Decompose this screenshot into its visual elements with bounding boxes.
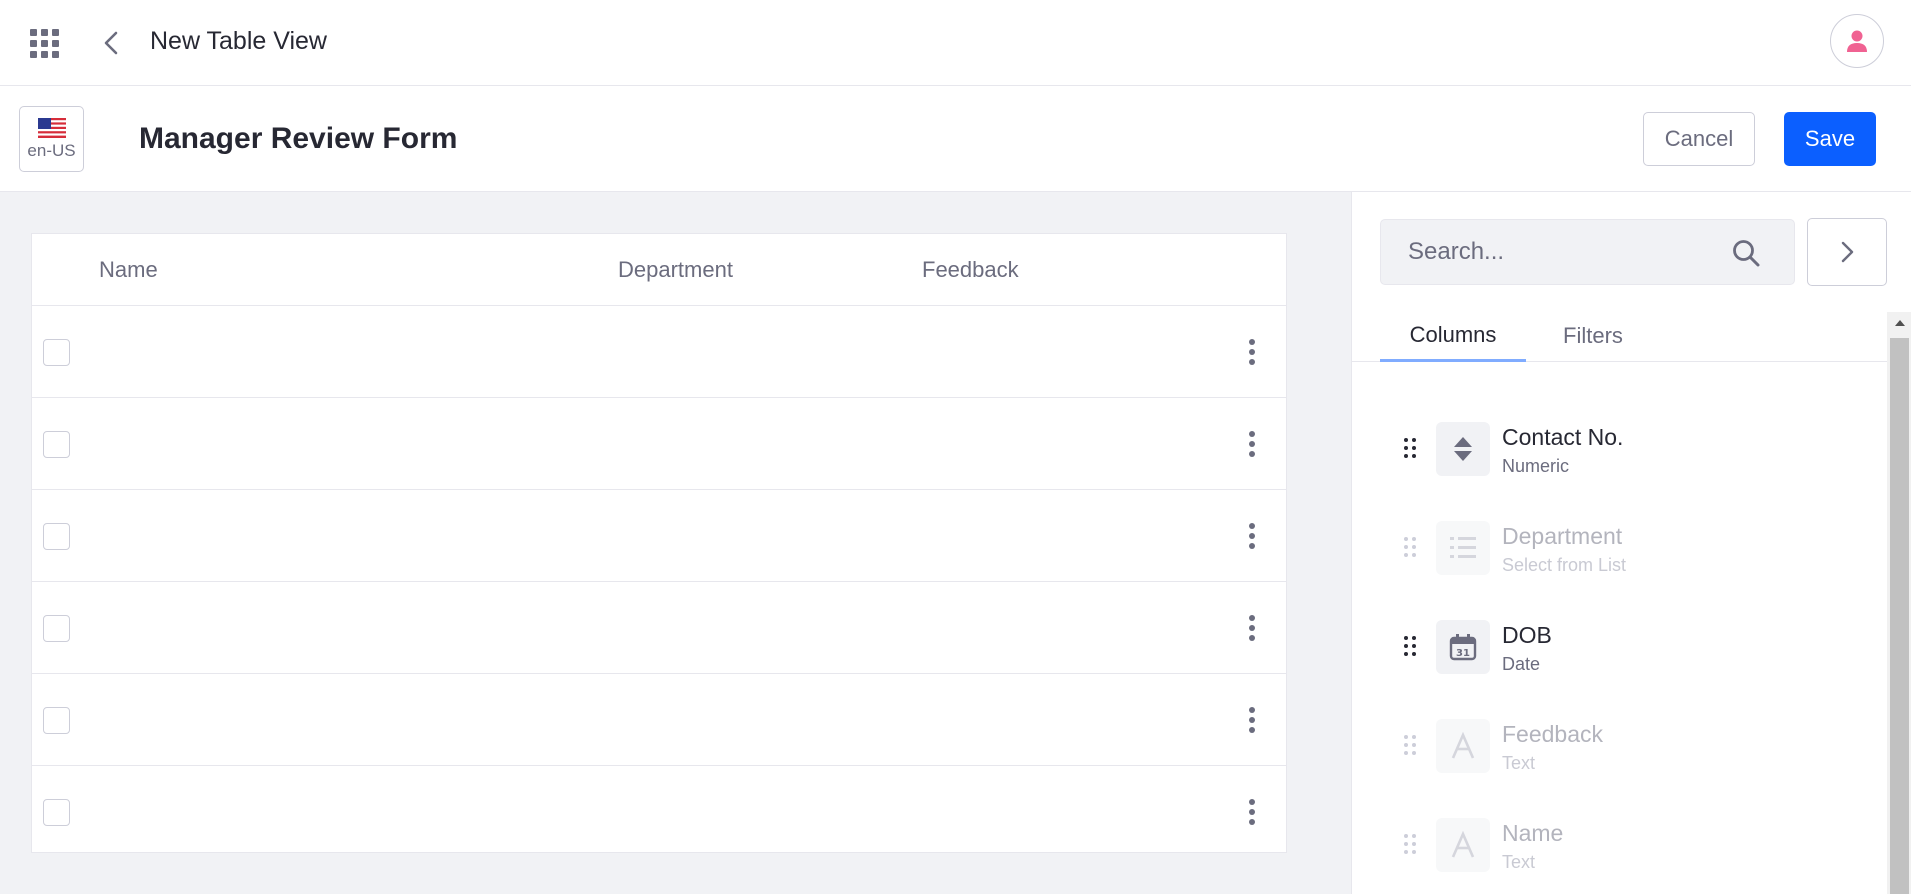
scroll-up-arrow-icon[interactable] [1887, 312, 1911, 334]
drag-handle-icon[interactable] [1404, 834, 1416, 854]
table-header: Name Department Feedback [32, 234, 1286, 306]
field-item-dob[interactable]: 31 DOB Date [1352, 602, 1889, 701]
row-actions-kebab-icon[interactable] [1242, 704, 1262, 736]
locale-selector-button[interactable]: en-US [19, 106, 84, 172]
save-button[interactable]: Save [1784, 112, 1876, 166]
collapse-sidebar-button[interactable] [1807, 218, 1887, 286]
numeric-stepper-icon [1436, 422, 1490, 476]
row-checkbox[interactable] [43, 615, 70, 642]
field-label: Feedback [1502, 721, 1604, 747]
chevron-left-icon[interactable] [98, 27, 126, 59]
field-type: Text [1502, 753, 1536, 773]
table-row [32, 490, 1286, 582]
row-actions-kebab-icon[interactable] [1242, 428, 1262, 460]
calendar-icon: 31 [1436, 620, 1490, 674]
field-type: Date [1502, 654, 1541, 674]
table-preview: Name Department Feedback [31, 233, 1287, 853]
field-label: DOB [1502, 622, 1552, 648]
field-item-contact-no[interactable]: Contact No. Numeric [1352, 404, 1889, 503]
column-header-feedback: Feedback [922, 257, 1019, 282]
row-actions-kebab-icon[interactable] [1242, 520, 1262, 552]
user-icon [1847, 30, 1867, 52]
field-type: Numeric [1502, 456, 1570, 476]
cancel-button[interactable]: Cancel [1643, 112, 1755, 166]
table-row [32, 766, 1286, 852]
field-label: Department [1502, 523, 1623, 549]
field-type: Text [1502, 852, 1536, 872]
row-actions-kebab-icon[interactable] [1242, 612, 1262, 644]
chevron-right-icon [1841, 241, 1854, 263]
table-row [32, 582, 1286, 674]
search-icon[interactable] [1731, 238, 1761, 268]
us-flag-icon [37, 117, 66, 138]
field-type: Select from List [1502, 555, 1627, 575]
list-icon [1436, 521, 1490, 575]
drag-handle-icon[interactable] [1404, 735, 1416, 755]
form-title: Manager Review Form [139, 122, 458, 155]
field-label: Contact No. [1502, 424, 1624, 450]
row-checkbox[interactable] [43, 523, 70, 550]
row-actions-kebab-icon[interactable] [1242, 336, 1262, 368]
search-box [1380, 219, 1795, 285]
sidebar-scrollbar[interactable] [1887, 312, 1911, 894]
tab-filters[interactable]: Filters [1538, 310, 1648, 362]
row-checkbox[interactable] [43, 799, 70, 826]
drag-handle-icon[interactable] [1404, 438, 1416, 458]
column-header-name: Name [99, 257, 158, 282]
row-checkbox[interactable] [43, 707, 70, 734]
row-actions-kebab-icon[interactable] [1242, 796, 1262, 828]
text-icon [1436, 719, 1490, 773]
search-input[interactable] [1381, 220, 1721, 284]
table-canvas: Name Department Feedback [0, 192, 1351, 894]
drag-handle-icon[interactable] [1404, 537, 1416, 557]
table-row [32, 306, 1286, 398]
field-item-feedback[interactable]: Feedback Text [1352, 701, 1889, 800]
table-row [32, 674, 1286, 766]
scrollbar-thumb[interactable] [1890, 338, 1909, 894]
field-item-name[interactable]: Name Text [1352, 800, 1889, 894]
top-bar: New Table View [0, 0, 1911, 86]
field-label: Name [1502, 820, 1564, 846]
grid-apps-icon[interactable] [30, 29, 59, 58]
locale-code: en-US [27, 140, 76, 160]
svg-text:31: 31 [1456, 648, 1470, 659]
row-checkbox[interactable] [43, 339, 70, 366]
text-icon [1436, 818, 1490, 872]
form-header: en-US Manager Review Form Cancel Save [0, 86, 1911, 192]
row-checkbox[interactable] [43, 431, 70, 458]
column-header-department: Department [618, 257, 733, 282]
columns-sidebar: Columns Filters Contact No. Numeric [1351, 192, 1911, 894]
user-avatar-button[interactable] [1830, 14, 1884, 68]
table-row [32, 398, 1286, 490]
page-title: New Table View [150, 27, 327, 55]
tab-columns[interactable]: Columns [1380, 310, 1526, 362]
sidebar-tabs: Columns Filters [1352, 310, 1889, 362]
field-item-department[interactable]: Department Select from List [1352, 503, 1889, 602]
drag-handle-icon[interactable] [1404, 636, 1416, 656]
